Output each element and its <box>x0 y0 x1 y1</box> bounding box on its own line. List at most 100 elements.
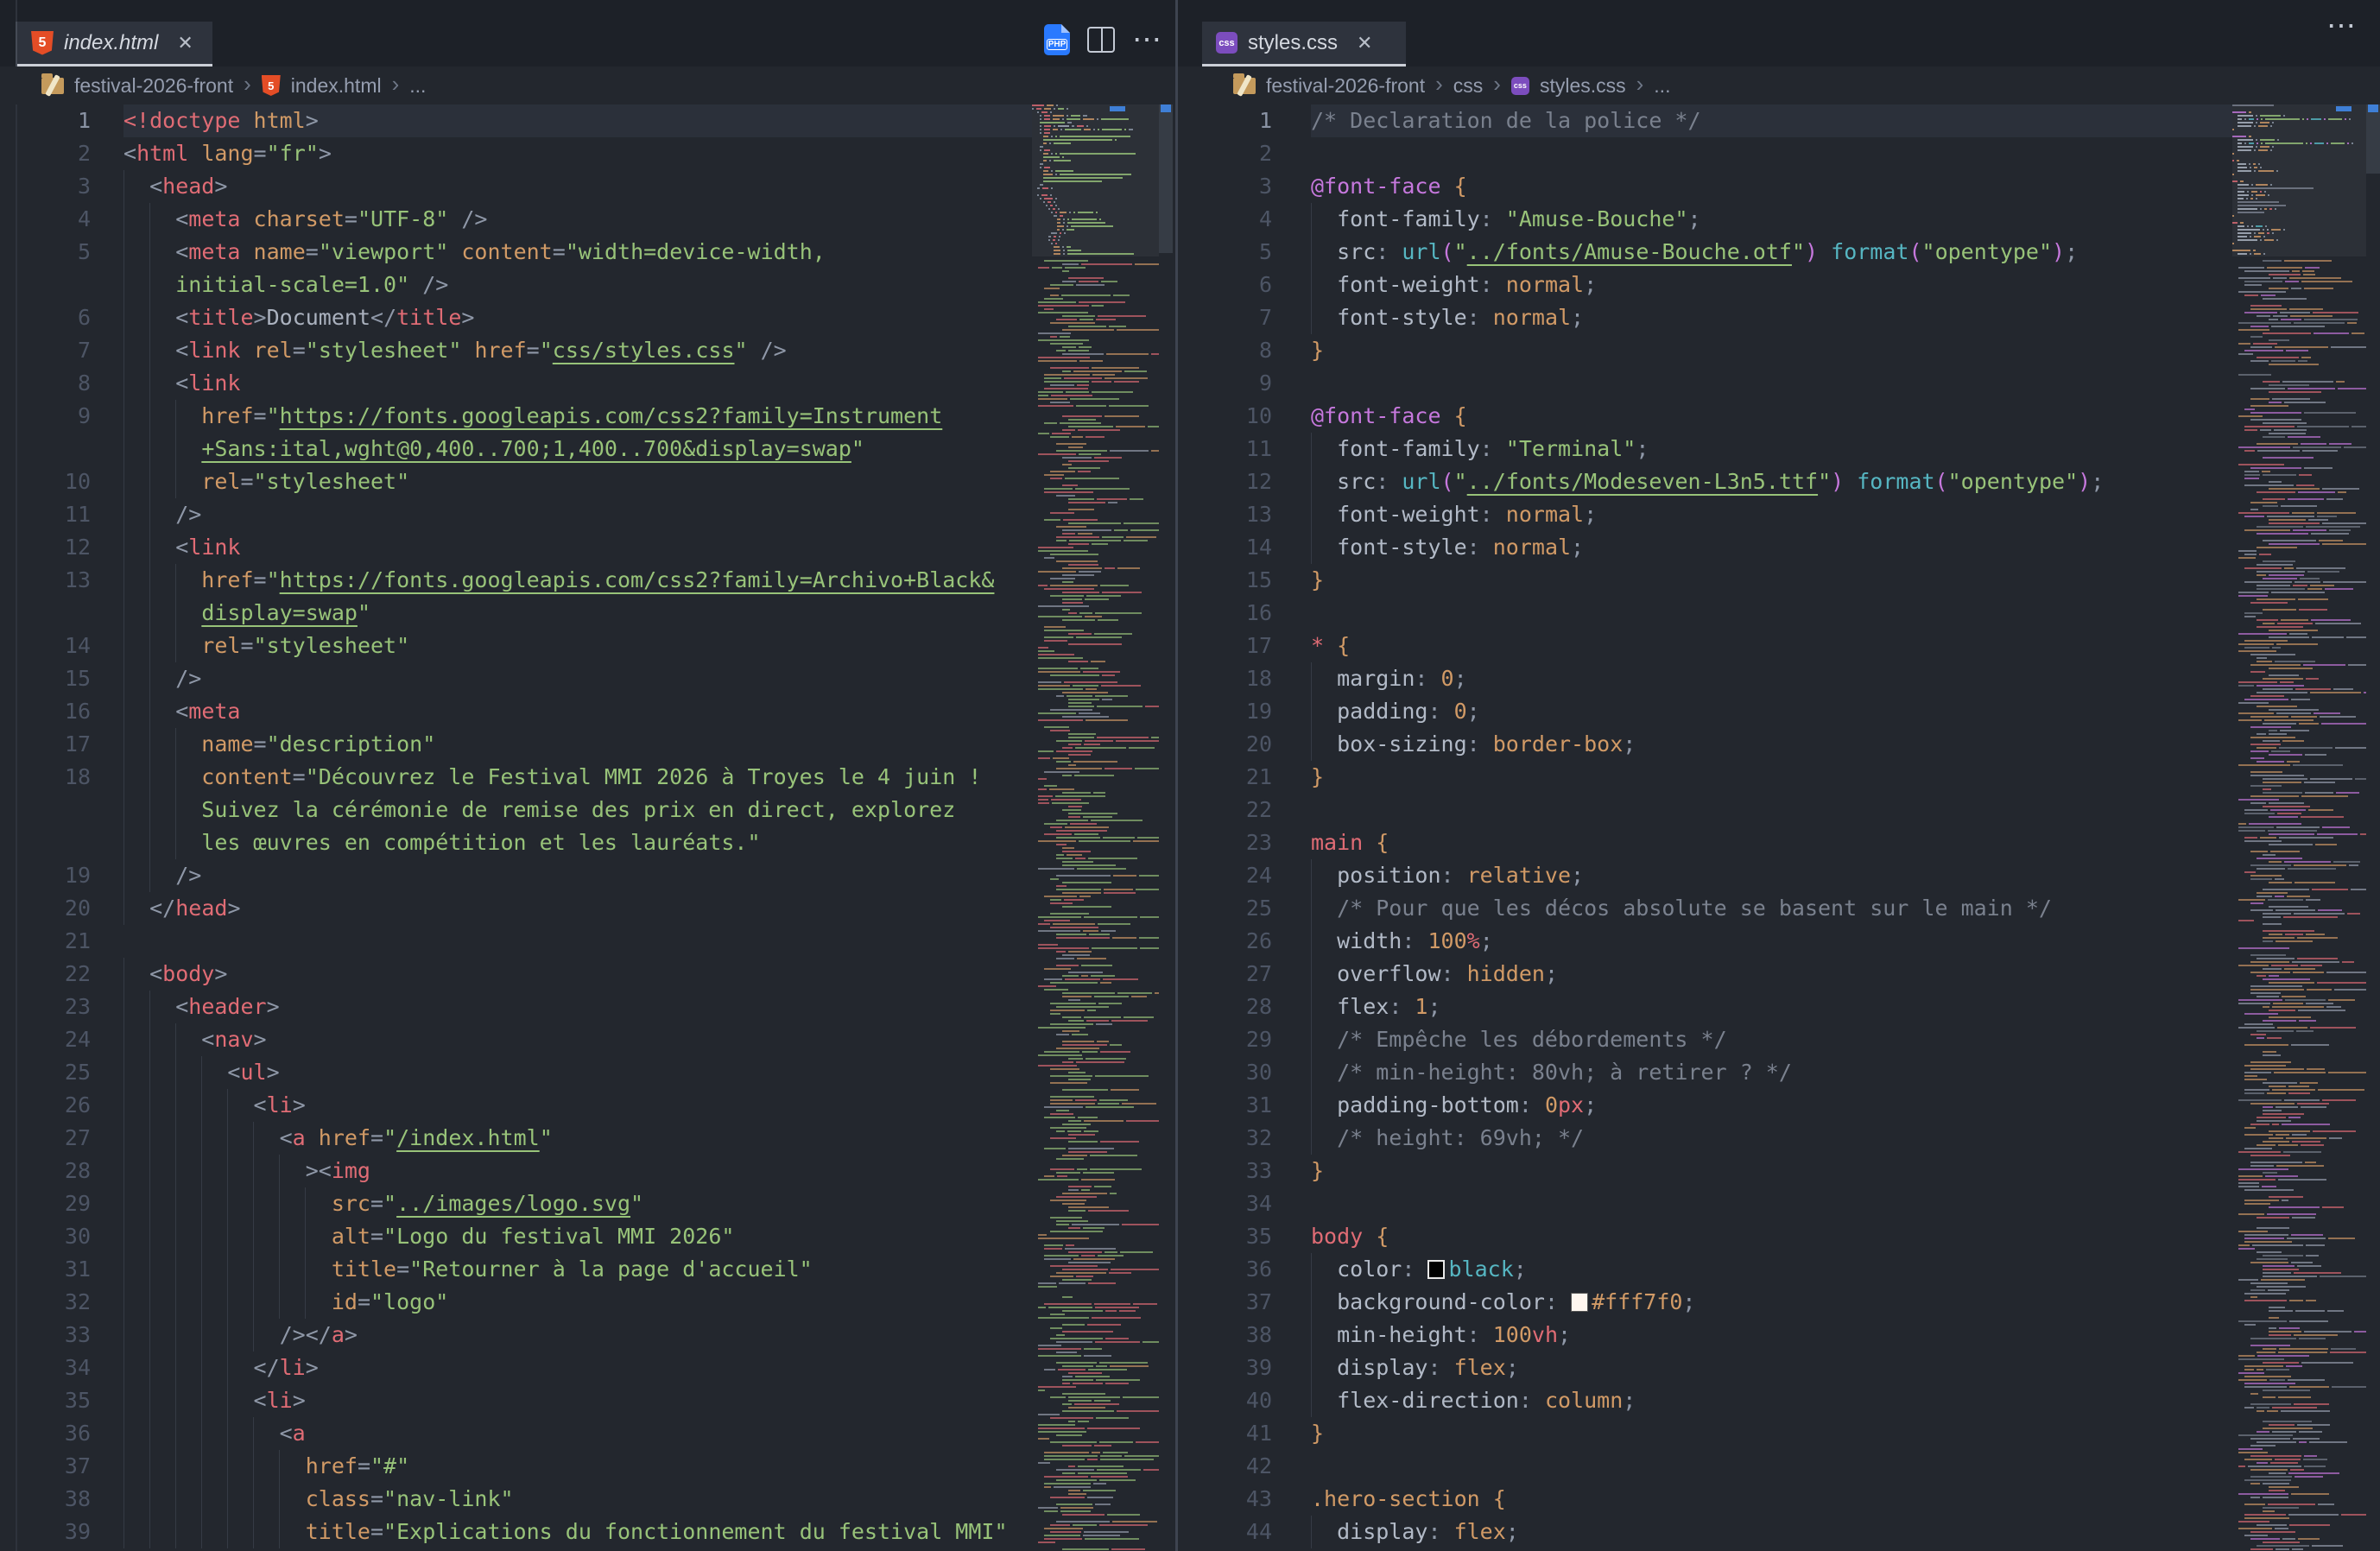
code-line: 22 <box>1178 794 2232 826</box>
code-line: initial-scale=1.0" /> <box>0 269 1032 301</box>
code-line: 33} <box>1178 1155 2232 1187</box>
breadcrumb-left: festival-2026-front › 5 index.html › ... <box>0 66 1175 104</box>
breadcrumb-right: festival-2026-front › css › css styles.c… <box>1178 66 2380 104</box>
code-line: 1/* Declaration de la police */ <box>1178 104 2232 137</box>
close-icon[interactable]: ✕ <box>1357 32 1372 54</box>
tab-bar-left: 5 index.html ✕ PHP ⋯ <box>0 0 1175 66</box>
tab-styles-css[interactable]: css styles.css ✕ <box>1202 22 1406 66</box>
minimap-right[interactable] <box>2232 104 2366 1551</box>
breadcrumb-file[interactable]: styles.css <box>1540 74 1626 98</box>
code-line: 9 href="https://fonts.googleapis.com/css… <box>0 400 1032 433</box>
more-actions-icon[interactable]: ⋯ <box>1132 31 1163 48</box>
color-swatch <box>1427 1260 1445 1279</box>
vscode-window: { "theme": { "editor_bg": "#23272e", "ta… <box>0 0 2380 1551</box>
code-line: 24 <nav> <box>0 1023 1032 1056</box>
code-line: 12 src: url("../fonts/Modeseven-L3n5.ttf… <box>1178 465 2232 498</box>
code-line: 14 font-style: normal; <box>1178 531 2232 564</box>
code-line: 1<!doctype html> <box>0 104 1032 137</box>
code-line: 17* { <box>1178 630 2232 662</box>
code-line: 36 <a <box>0 1417 1032 1450</box>
css-icon: css <box>1511 77 1529 95</box>
code-line: +Sans:ital,wght@0,400..700;1,400..700&di… <box>0 433 1032 465</box>
code-line: 8} <box>1178 334 2232 367</box>
code-line: 38 min-height: 100vh; <box>1178 1319 2232 1352</box>
code-line: 42 <box>1178 1450 2232 1483</box>
code-line: 39 title="Explications du fonctionnement… <box>0 1516 1032 1548</box>
minimap-left[interactable] <box>1032 104 1159 1551</box>
code-line: 29 src="../images/logo.svg" <box>0 1187 1032 1220</box>
code-line: 12 <link <box>0 531 1032 564</box>
tab-label: styles.css <box>1248 31 1338 55</box>
code-line: 40 flex-direction: column; <box>1178 1384 2232 1417</box>
code-line: 7 <link rel="stylesheet" href="css/style… <box>0 334 1032 367</box>
breadcrumb-symbol[interactable]: ... <box>409 74 426 98</box>
code-line: 13 font-weight: normal; <box>1178 498 2232 531</box>
code-editor-index-html[interactable]: 1<!doctype html>2<html lang="fr">3 <head… <box>0 104 1032 1551</box>
breadcrumb-folder-css[interactable]: css <box>1453 74 1484 98</box>
code-line: 32 id="logo" <box>0 1286 1032 1319</box>
chevron-right-icon: › <box>244 71 251 98</box>
breadcrumb-file[interactable]: index.html <box>291 74 382 98</box>
code-line: 9 <box>1178 367 2232 400</box>
code-line: 34 </li> <box>0 1352 1032 1384</box>
code-line: 37 background-color: #fff7f0; <box>1178 1286 2232 1319</box>
html5-icon: 5 <box>262 75 281 96</box>
code-line: 25 <ul> <box>0 1056 1032 1089</box>
cursor-position-mark <box>2368 104 2378 112</box>
code-line: 13 href="https://fonts.googleapis.com/cs… <box>0 564 1032 597</box>
code-line: les œuvres en compétition et les lauréat… <box>0 826 1032 859</box>
code-line: 26 <li> <box>0 1089 1032 1122</box>
chevron-right-icon: › <box>1636 71 1644 98</box>
code-line: 30 alt="Logo du festival MMI 2026" <box>0 1220 1032 1253</box>
more-actions-icon[interactable]: ⋯ <box>2326 17 2358 35</box>
code-line: 19 padding: 0; <box>1178 695 2232 728</box>
tab-bar-right: css styles.css ✕ ⋯ <box>1178 0 2380 66</box>
folder-icon <box>41 78 64 94</box>
breadcrumb-project[interactable]: festival-2026-front <box>1266 74 1425 98</box>
code-line: 5 <meta name="viewport" content="width=d… <box>0 236 1032 269</box>
editor-group-left: 5 index.html ✕ PHP ⋯ festival-2026-front… <box>0 0 1175 1551</box>
scrollbar-right[interactable] <box>2366 104 2380 1551</box>
code-line: 33 /></a> <box>0 1319 1032 1352</box>
code-line: 6 font-weight: normal; <box>1178 269 2232 301</box>
code-line: 29 /* Empêche les débordements */ <box>1178 1023 2232 1056</box>
chevron-right-icon: › <box>1493 71 1501 98</box>
code-line: 18 margin: 0; <box>1178 662 2232 695</box>
code-line: 30 /* min-height: 80vh; à retirer ? */ <box>1178 1056 2232 1089</box>
code-line: 36 color: black; <box>1178 1253 2232 1286</box>
color-swatch <box>1571 1293 1588 1312</box>
code-line: 31 padding-bottom: 0px; <box>1178 1089 2232 1122</box>
code-line: 20 box-sizing: border-box; <box>1178 728 2232 761</box>
code-line: 3@font-face { <box>1178 170 2232 203</box>
code-line: 32 /* height: 69vh; */ <box>1178 1122 2232 1155</box>
code-line: 15} <box>1178 564 2232 597</box>
code-line: 31 title="Retourner à la page d'accueil" <box>0 1253 1032 1286</box>
code-line: 15 /> <box>0 662 1032 695</box>
scrollbar-slider[interactable] <box>2366 104 2380 174</box>
close-icon[interactable]: ✕ <box>177 32 193 54</box>
code-editor-styles-css[interactable]: 1/* Declaration de la police */23@font-f… <box>1178 104 2232 1551</box>
code-line: 22 <body> <box>0 958 1032 991</box>
code-line: display=swap" <box>0 597 1032 630</box>
php-preview-icon[interactable]: PHP <box>1044 24 1070 55</box>
folder-icon <box>1233 78 1256 94</box>
code-line: 10 rel="stylesheet" <box>0 465 1032 498</box>
code-line: 7 font-style: normal; <box>1178 301 2232 334</box>
tab-index-html[interactable]: 5 index.html ✕ <box>17 22 212 66</box>
minimap-cursor-mark <box>2336 106 2352 111</box>
code-line: 10@font-face { <box>1178 400 2232 433</box>
code-line: 20 </head> <box>0 892 1032 925</box>
chevron-right-icon: › <box>392 71 400 98</box>
chevron-right-icon: › <box>1435 71 1443 98</box>
editor-actions-left: PHP ⋯ <box>1044 24 1163 55</box>
breadcrumb-symbol[interactable]: ... <box>1654 74 1670 98</box>
cursor-position-mark <box>1161 104 1171 112</box>
scrollbar-left[interactable] <box>1159 104 1173 1551</box>
code-line: 5 src: url("../fonts/Amuse-Bouche.otf") … <box>1178 236 2232 269</box>
code-line: 27 overflow: hidden; <box>1178 958 2232 991</box>
code-line: 23main { <box>1178 826 2232 859</box>
scrollbar-slider[interactable] <box>1159 104 1173 253</box>
split-editor-icon[interactable] <box>1087 27 1115 53</box>
breadcrumb-project[interactable]: festival-2026-front <box>74 74 233 98</box>
code-line: 41} <box>1178 1417 2232 1450</box>
